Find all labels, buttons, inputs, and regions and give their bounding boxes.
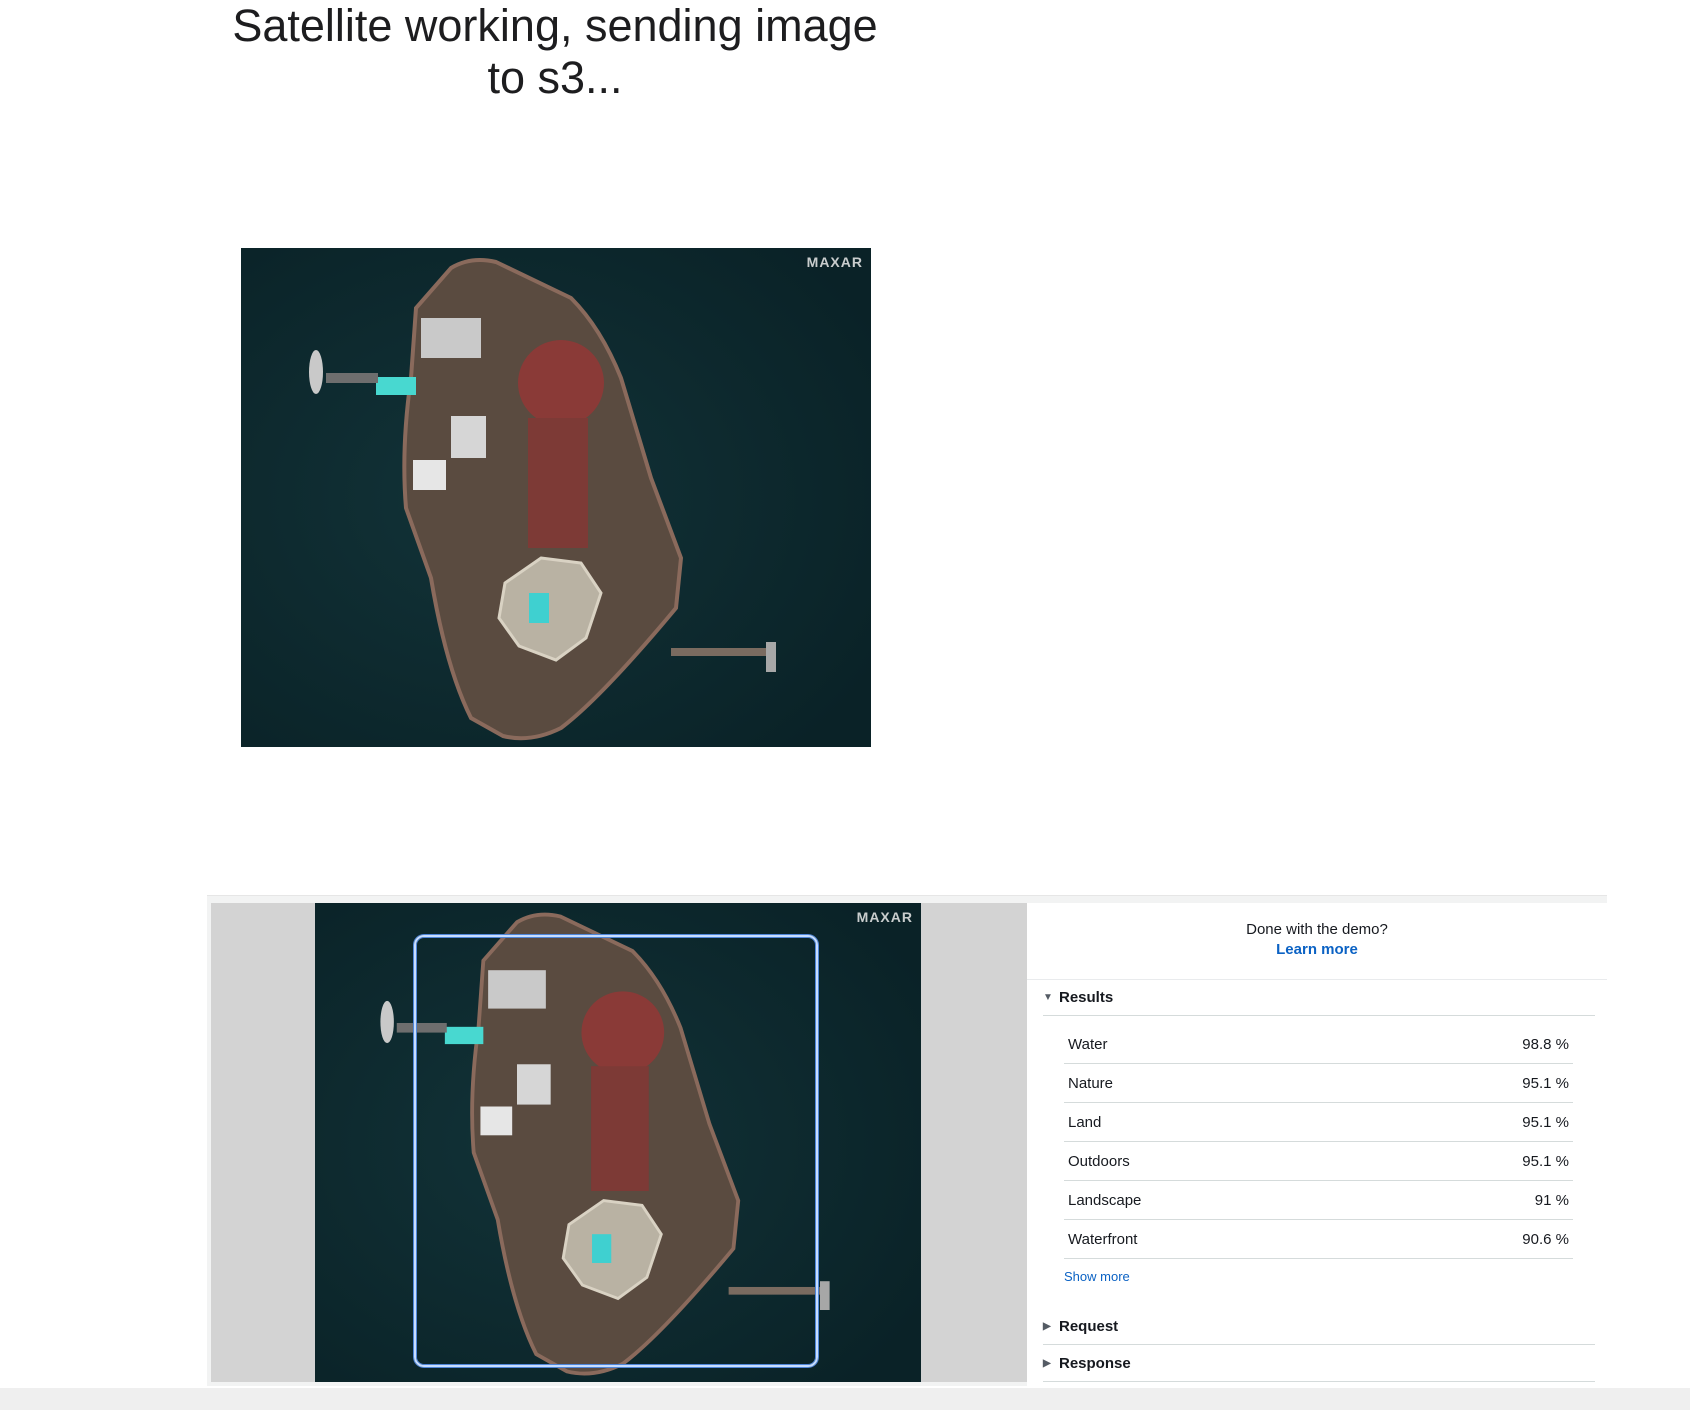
results-table: Water 98.8 % Nature 95.1 % Land 95.1 % O… bbox=[1064, 1025, 1573, 1259]
demo-cta: Done with the demo? Learn more bbox=[1027, 903, 1607, 980]
window-bottom-bar bbox=[0, 1388, 1690, 1410]
result-row: Waterfront 90.6 % bbox=[1064, 1220, 1573, 1259]
label-confidence: 95.1 % bbox=[1522, 1152, 1569, 1170]
response-section-toggle[interactable]: ▶ Response bbox=[1043, 1345, 1595, 1382]
maxar-watermark: MAXAR bbox=[856, 909, 913, 925]
request-header-label: Request bbox=[1059, 1317, 1119, 1335]
label-confidence: 95.1 % bbox=[1522, 1074, 1569, 1092]
label-confidence: 91 % bbox=[1534, 1191, 1569, 1209]
label-name: Landscape bbox=[1068, 1191, 1142, 1209]
result-row: Outdoors 95.1 % bbox=[1064, 1142, 1573, 1181]
label-confidence: 98.8 % bbox=[1522, 1035, 1569, 1053]
label-name: Water bbox=[1068, 1035, 1108, 1053]
rekognition-demo-panel: MAXAR Done with the demo? Learn more ▼ R… bbox=[207, 895, 1607, 1386]
label-name: Waterfront bbox=[1068, 1230, 1138, 1248]
caret-right-icon: ▶ bbox=[1043, 1357, 1051, 1369]
caret-right-icon: ▶ bbox=[1043, 1320, 1051, 1332]
label-name: Outdoors bbox=[1068, 1152, 1130, 1170]
label-name: Land bbox=[1068, 1113, 1102, 1131]
show-more-link[interactable]: Show more bbox=[1064, 1269, 1130, 1284]
results-header-label: Results bbox=[1059, 988, 1114, 1006]
label-name: Nature bbox=[1068, 1074, 1114, 1092]
maxar-watermark: MAXAR bbox=[806, 254, 863, 270]
caret-down-icon: ▼ bbox=[1043, 991, 1053, 1003]
result-row: Nature 95.1 % bbox=[1064, 1064, 1573, 1103]
results-section-toggle[interactable]: ▼ Results bbox=[1043, 979, 1595, 1016]
page-title: Satellite working, sending image to s3..… bbox=[232, 0, 878, 103]
request-section-toggle[interactable]: ▶ Request bbox=[1043, 1308, 1595, 1345]
label-confidence: 90.6 % bbox=[1522, 1230, 1569, 1248]
result-row: Landscape 91 % bbox=[1064, 1181, 1573, 1220]
label-confidence: 95.1 % bbox=[1522, 1113, 1569, 1131]
satellite-image: MAXAR bbox=[241, 248, 871, 747]
learn-more-link[interactable]: Learn more bbox=[1276, 940, 1358, 960]
done-text: Done with the demo? bbox=[1246, 921, 1388, 938]
detection-bounding-box[interactable] bbox=[414, 935, 818, 1367]
island-illustration bbox=[241, 248, 871, 747]
image-viewer: MAXAR bbox=[211, 903, 1027, 1382]
result-row: Land 95.1 % bbox=[1064, 1103, 1573, 1142]
response-header-label: Response bbox=[1059, 1354, 1131, 1372]
results-panel: Done with the demo? Learn more ▼ Results… bbox=[1027, 903, 1607, 1386]
result-row: Water 98.8 % bbox=[1064, 1025, 1573, 1064]
